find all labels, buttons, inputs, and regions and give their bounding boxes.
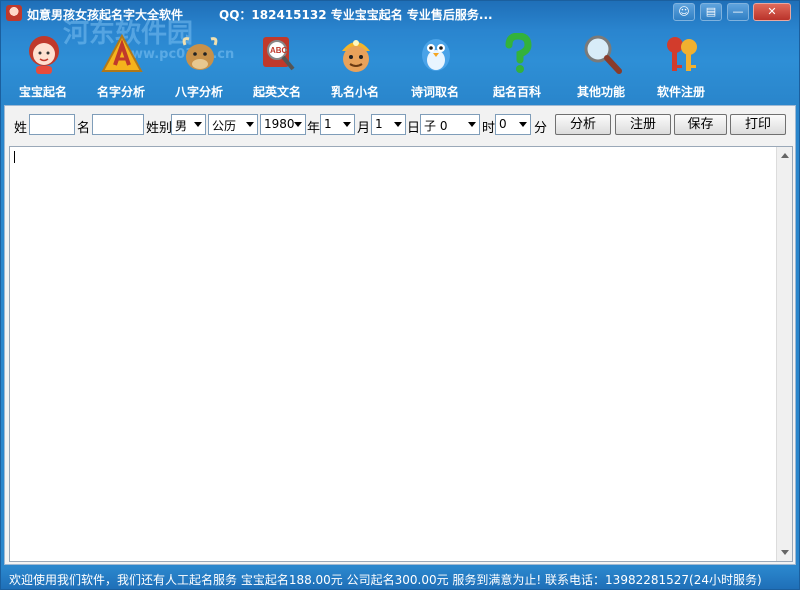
magnifier-icon xyxy=(584,35,622,74)
hour-select[interactable]: 子 0 xyxy=(420,114,480,135)
toolbar-label: 名字分析 xyxy=(96,85,145,99)
toolbar-baby-naming[interactable]: 宝宝起名 xyxy=(5,29,81,101)
gender-value: 男 xyxy=(175,119,188,133)
minute-value: 0 xyxy=(499,117,507,131)
day-select[interactable]: 1 xyxy=(371,114,406,135)
analyze-button[interactable]: 分析 xyxy=(555,114,611,135)
status-bar: 欢迎使用我们软件，我们还有人工起名服务 宝宝起名188.00元 公司起名300.… xyxy=(1,568,799,589)
chevron-down-icon xyxy=(343,122,351,127)
vertical-scrollbar[interactable] xyxy=(776,147,792,561)
toolbar-naming-encyclopedia[interactable]: 起名百科 xyxy=(479,29,555,101)
toolbar-nickname[interactable]: 乳名小名 xyxy=(317,29,393,101)
toolbar-english-name[interactable]: ABC 起英文名 xyxy=(239,29,315,101)
toolbar-software-register[interactable]: 软件注册 xyxy=(643,29,719,101)
month-select[interactable]: 1 xyxy=(320,114,355,135)
year-value: 1980 xyxy=(264,117,295,131)
chevron-down-icon xyxy=(519,122,527,127)
baby-girl-icon xyxy=(29,36,59,74)
given-name-label: 名 xyxy=(77,121,91,136)
toolbar-label: 诗词取名 xyxy=(410,85,459,99)
app-window: 如意男孩女孩起名字大全软件 QQ：182415132 专业宝宝起名 专业售后服务… xyxy=(0,0,800,590)
gender-select[interactable]: 男 xyxy=(171,114,206,135)
text-caret xyxy=(14,151,15,163)
warning-triangle-icon xyxy=(101,33,143,72)
hour-value: 子 0 xyxy=(424,119,448,133)
toolbar-label: 宝宝起名 xyxy=(18,85,67,99)
month-label: 月 xyxy=(357,121,371,136)
toolbar-poetry-naming[interactable]: 诗词取名 xyxy=(397,29,473,101)
day-value: 1 xyxy=(375,117,383,131)
gender-label: 姓别 xyxy=(146,121,173,136)
toolbar-label: 软件注册 xyxy=(656,85,705,99)
scroll-up-icon[interactable] xyxy=(781,153,789,158)
given-name-input[interactable] xyxy=(92,114,144,135)
main-panel: 姓 名 姓别 男 公历 1980 年 1 月 1 日 子 0 时 0 分 分析 … xyxy=(4,105,796,565)
close-button[interactable]: ✕ xyxy=(753,3,791,21)
register-button[interactable]: 注册 xyxy=(615,114,671,135)
chevron-down-icon xyxy=(294,122,302,127)
chevron-down-icon xyxy=(468,122,476,127)
result-textarea[interactable] xyxy=(9,146,793,562)
year-label: 年 xyxy=(307,121,321,136)
toolbar-label: 八字分析 xyxy=(174,85,223,99)
month-value: 1 xyxy=(324,117,332,131)
menu-button[interactable]: ▤ xyxy=(700,3,722,21)
minimize-button[interactable]: — xyxy=(727,3,749,21)
surname-label: 姓 xyxy=(14,121,28,136)
question-mark-icon xyxy=(505,33,532,73)
scroll-down-icon[interactable] xyxy=(781,550,789,555)
toolbar-label: 其他功能 xyxy=(576,85,625,99)
hour-label: 时 xyxy=(482,121,496,136)
chevron-down-icon xyxy=(194,122,202,127)
toolbar-bazi-analysis[interactable]: 八字分析 xyxy=(161,29,237,101)
abc-magnifier-icon: ABC xyxy=(263,37,295,71)
calendar-select[interactable]: 公历 xyxy=(208,114,258,135)
toolbar-other-functions[interactable]: 其他功能 xyxy=(563,29,639,101)
minute-label: 分 xyxy=(534,121,548,136)
calendar-value: 公历 xyxy=(212,119,237,133)
title-contact-info: QQ：182415132 专业宝宝起名 专业售后服务... xyxy=(219,8,493,22)
save-button[interactable]: 保存 xyxy=(674,114,727,135)
toolbar-name-analysis[interactable]: 名字分析 xyxy=(83,29,159,101)
toolbar-label: 起名百科 xyxy=(492,85,541,99)
status-text: 欢迎使用我们软件，我们还有人工起名服务 宝宝起名188.00元 公司起名300.… xyxy=(9,573,762,587)
ox-icon xyxy=(182,37,218,70)
chevron-down-icon xyxy=(394,122,402,127)
surname-input[interactable] xyxy=(29,114,75,135)
minute-select[interactable]: 0 xyxy=(495,114,531,135)
app-icon xyxy=(6,5,22,21)
bird-icon xyxy=(422,39,450,71)
toolbar-label: 乳名小名 xyxy=(330,85,379,99)
svg-text:ABC: ABC xyxy=(270,46,288,55)
year-select[interactable]: 1980 xyxy=(260,114,306,135)
skin-button[interactable]: ☺ xyxy=(673,3,695,21)
print-button[interactable]: 打印 xyxy=(730,114,786,135)
miner-head-icon xyxy=(342,40,370,72)
toolbar-label: 起英文名 xyxy=(252,85,301,99)
chevron-down-icon xyxy=(246,122,254,127)
day-label: 日 xyxy=(407,121,421,136)
input-form: 姓 名 姓别 男 公历 1980 年 1 月 1 日 子 0 时 0 分 分析 … xyxy=(5,106,795,142)
keys-icon xyxy=(667,37,697,71)
